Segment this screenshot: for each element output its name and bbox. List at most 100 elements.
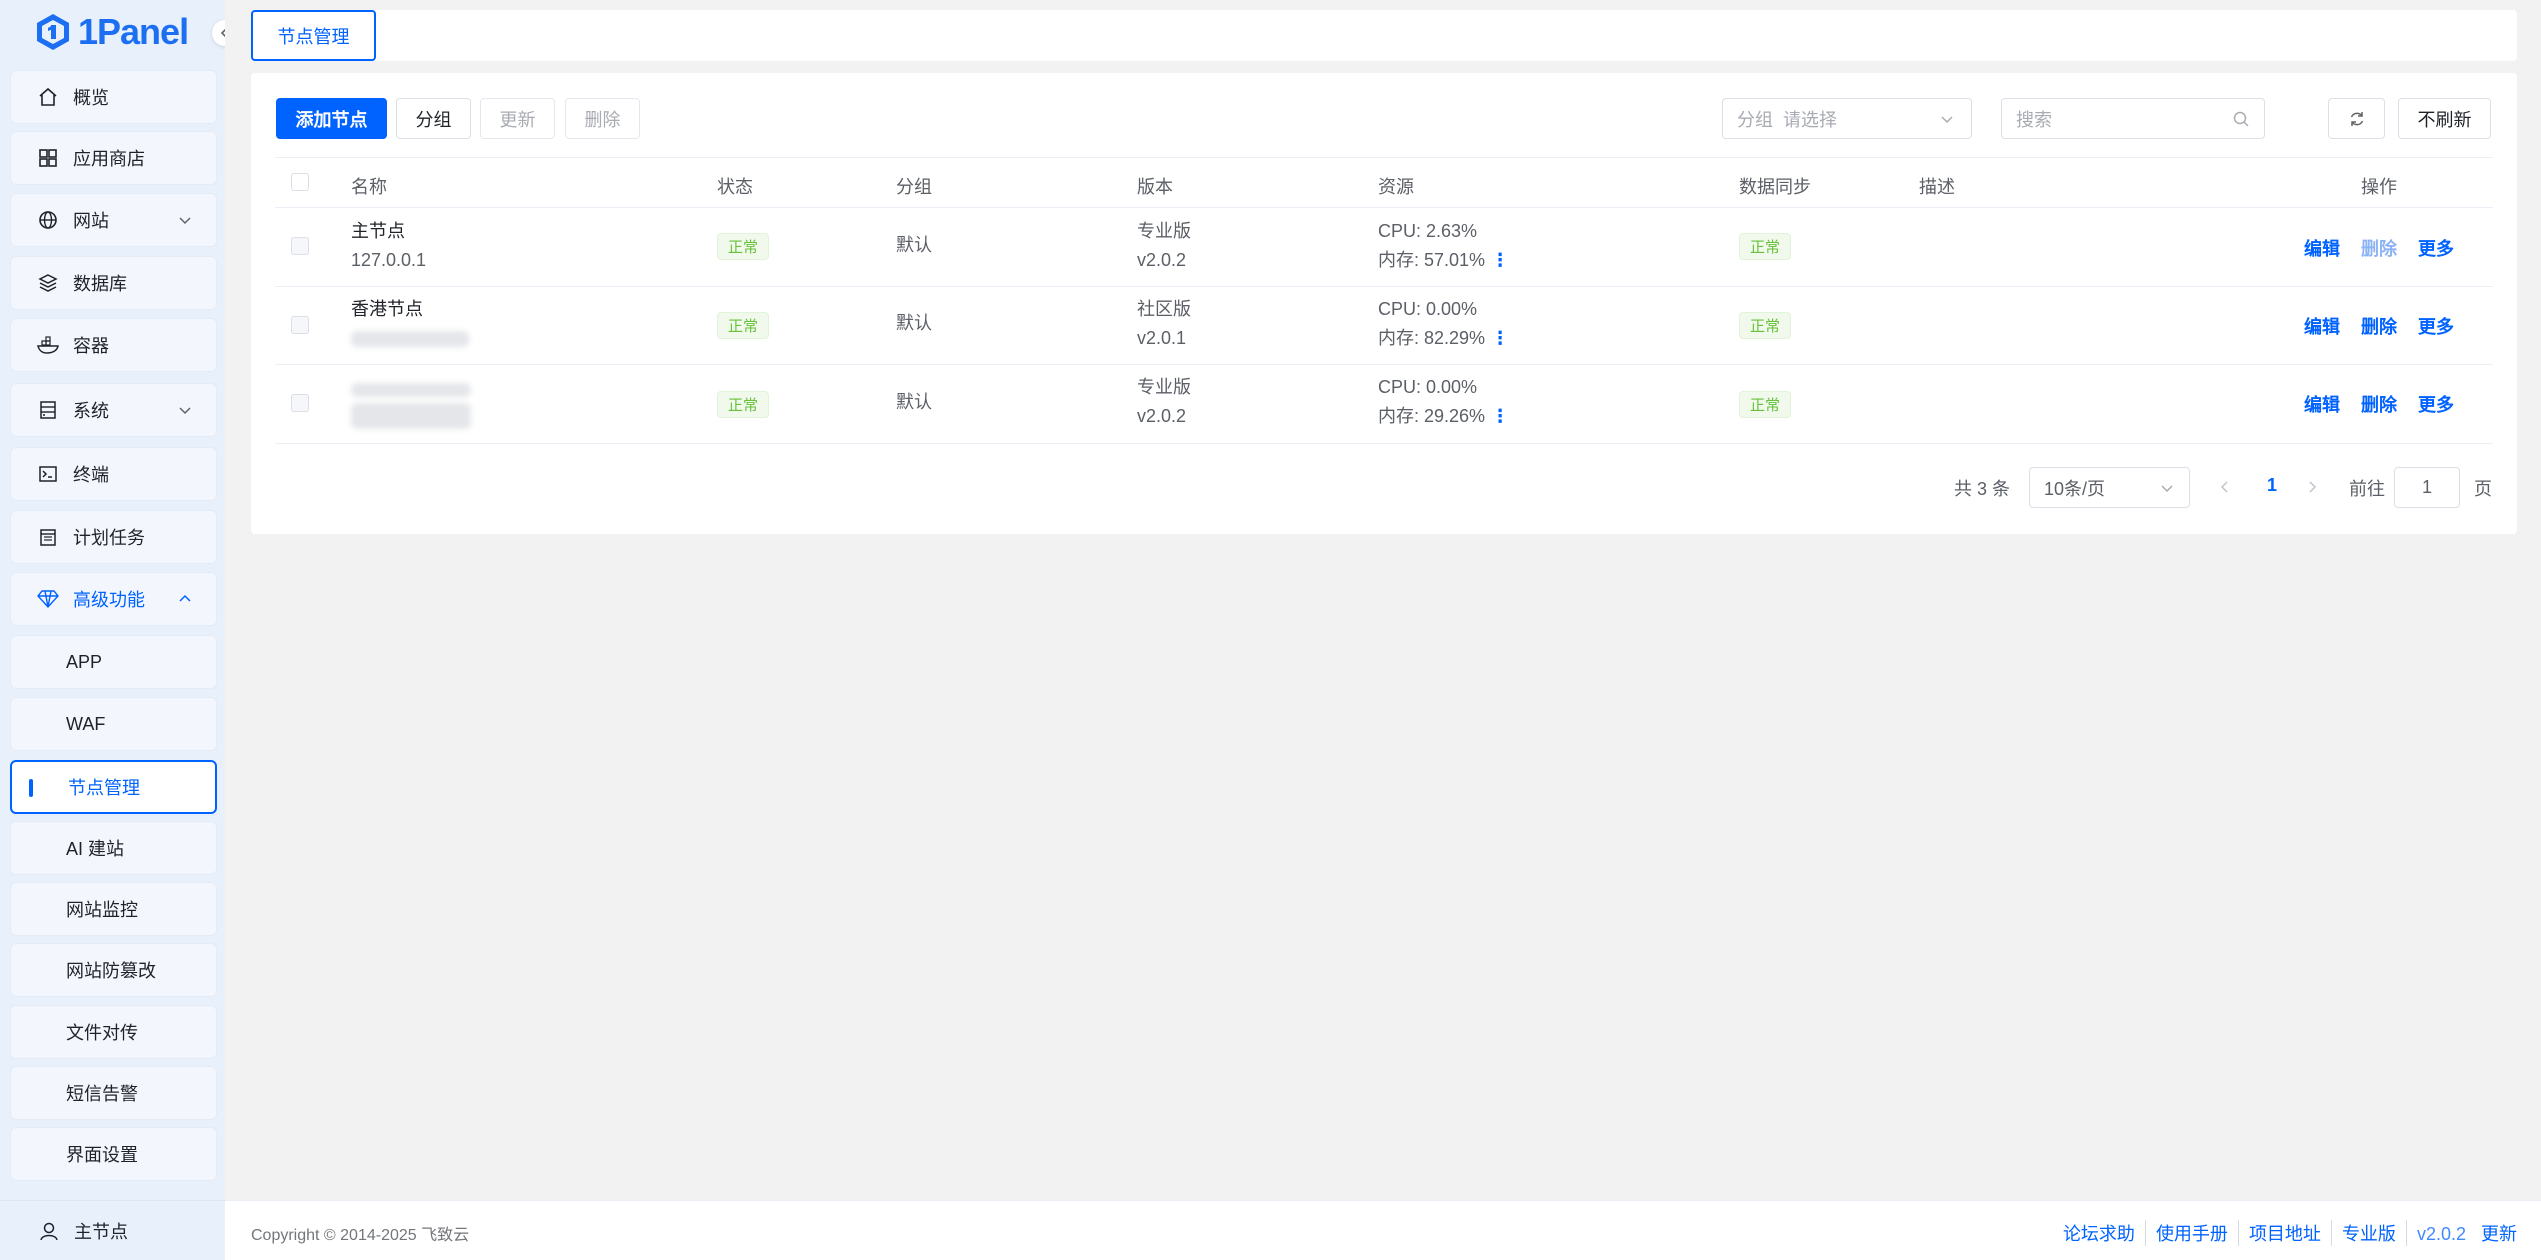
edit-button[interactable]: 编辑 bbox=[2304, 391, 2340, 417]
select-all-checkbox[interactable] bbox=[291, 173, 309, 191]
sidebar-subitem-ui-settings[interactable]: 界面设置 bbox=[10, 1127, 217, 1181]
container-icon bbox=[37, 334, 59, 356]
sync-status-badge: 正常 bbox=[1739, 391, 1792, 418]
calendar-icon bbox=[37, 526, 59, 548]
delete-node-button[interactable]: 删除 bbox=[2361, 391, 2397, 417]
sidebar-item-cron[interactable]: 计划任务 bbox=[10, 510, 217, 564]
prev-page-icon[interactable] bbox=[2218, 479, 2232, 495]
update-link[interactable]: 更新 bbox=[2481, 1224, 2517, 1244]
sidebar-subitem-node-management[interactable]: 节点管理 bbox=[10, 760, 217, 814]
redacted-name bbox=[351, 383, 471, 397]
footer-links: 论坛求助 使用手册 项目地址 专业版 v2.0.2 更新 bbox=[2053, 1220, 2517, 1246]
group-filter-select[interactable]: 分组 请选择 bbox=[1722, 98, 1972, 139]
status-badge: 正常 bbox=[717, 233, 770, 260]
more-vertical-icon[interactable]: ⋮ bbox=[1491, 406, 1509, 426]
node-version: v2.0.2 bbox=[1137, 250, 1187, 270]
node-version: v2.0.1 bbox=[1137, 328, 1187, 348]
tab-node-management[interactable]: 节点管理 bbox=[251, 10, 376, 61]
sidebar-item-label: 高级功能 bbox=[73, 590, 145, 610]
sidebar-item-overview[interactable]: 概览 bbox=[10, 70, 217, 124]
delete-button[interactable]: 删除 bbox=[565, 98, 640, 139]
sidebar-subitem-waf[interactable]: WAF bbox=[10, 697, 217, 751]
delete-node-button[interactable]: 删除 bbox=[2361, 235, 2397, 261]
sidebar-subitem-tamper-protection[interactable]: 网站防篡改 bbox=[10, 943, 217, 997]
divider bbox=[275, 364, 2493, 365]
sidebar-item-label: 网站 bbox=[73, 211, 109, 231]
sidebar-item-label: 网站防篡改 bbox=[66, 961, 156, 981]
memory-usage-cell: 内存: 82.29% ⋮ bbox=[1378, 324, 1509, 353]
version-number: v2.0.2 bbox=[2416, 1224, 2466, 1244]
goto-page-input[interactable]: 1 bbox=[2394, 467, 2460, 508]
sidebar-subitem-ai-site[interactable]: AI 建站 bbox=[10, 821, 217, 875]
add-node-button[interactable]: 添加节点 bbox=[276, 98, 387, 139]
project-link[interactable]: 项目地址 bbox=[2239, 1220, 2332, 1246]
sidebar-subitem-file-transfer[interactable]: 文件对传 bbox=[10, 1005, 217, 1059]
edition-link[interactable]: 专业版 bbox=[2332, 1220, 2407, 1246]
sidebar-subitem-site-monitor[interactable]: 网站监控 bbox=[10, 882, 217, 936]
more-button[interactable]: 更多 bbox=[2418, 313, 2454, 339]
delete-node-button[interactable]: 删除 bbox=[2361, 313, 2397, 339]
row-checkbox[interactable] bbox=[291, 237, 309, 255]
page-size-value: 10条/页 bbox=[2044, 478, 2106, 499]
logo[interactable]: 1Panel bbox=[36, 8, 189, 56]
sidebar-item-label: 网站监控 bbox=[66, 900, 138, 920]
row-checkbox[interactable] bbox=[291, 316, 309, 334]
more-button[interactable]: 更多 bbox=[2418, 391, 2454, 417]
memory-usage-cell: 内存: 57.01% ⋮ bbox=[1378, 246, 1509, 275]
sidebar-item-label: WAF bbox=[66, 713, 106, 734]
goto-suffix: 页 bbox=[2474, 479, 2492, 499]
node-edition: 社区版 bbox=[1137, 299, 1191, 319]
status-badge: 正常 bbox=[717, 391, 770, 418]
sidebar-item-advanced[interactable]: 高级功能 bbox=[10, 572, 217, 626]
sidebar-item-system[interactable]: 系统 bbox=[10, 383, 217, 437]
sidebar-item-database[interactable]: 数据库 bbox=[10, 256, 217, 310]
sidebar: 1Panel 概览 应用商店 网站 数据库 容器 系统 终端 计划任务 高级功能 bbox=[0, 0, 225, 1260]
sync-status-badge: 正常 bbox=[1739, 312, 1792, 339]
sidebar-item-label: 界面设置 bbox=[66, 1145, 138, 1165]
group-button[interactable]: 分组 bbox=[396, 98, 471, 139]
user-icon bbox=[38, 1220, 60, 1242]
node-group: 默认 bbox=[896, 392, 932, 412]
node-version: v2.0.2 bbox=[1137, 406, 1187, 426]
next-page-icon[interactable] bbox=[2305, 479, 2319, 495]
sidebar-item-website[interactable]: 网站 bbox=[10, 193, 217, 247]
auto-refresh-select[interactable]: 不刷新 bbox=[2398, 98, 2491, 139]
refresh-button[interactable] bbox=[2328, 98, 2385, 139]
edit-button[interactable]: 编辑 bbox=[2304, 313, 2340, 339]
sidebar-subitem-app[interactable]: APP bbox=[10, 635, 217, 689]
version-info: v2.0.2 更新 bbox=[2407, 1220, 2517, 1246]
collapse-sidebar-button[interactable] bbox=[212, 20, 225, 46]
edit-button[interactable]: 编辑 bbox=[2304, 235, 2340, 261]
node-address: 127.0.0.1 bbox=[351, 250, 427, 270]
more-vertical-icon[interactable]: ⋮ bbox=[1491, 250, 1509, 270]
sidebar-item-terminal[interactable]: 终端 bbox=[10, 447, 217, 501]
sidebar-item-label: 节点管理 bbox=[68, 778, 140, 798]
forum-link[interactable]: 论坛求助 bbox=[2053, 1220, 2146, 1246]
sidebar-item-label: 文件对传 bbox=[66, 1023, 138, 1043]
row-checkbox[interactable] bbox=[291, 394, 309, 412]
sidebar-subitem-sms-alert[interactable]: 短信告警 bbox=[10, 1066, 217, 1120]
sidebar-item-label: 概览 bbox=[73, 88, 109, 108]
node-edition: 专业版 bbox=[1137, 221, 1191, 241]
chevron-down-icon bbox=[2161, 485, 2173, 493]
more-button[interactable]: 更多 bbox=[2418, 235, 2454, 261]
home-icon bbox=[37, 86, 59, 108]
update-button[interactable]: 更新 bbox=[480, 98, 555, 139]
memory-usage-cell: 内存: 29.26% ⋮ bbox=[1378, 402, 1509, 431]
node-group: 默认 bbox=[896, 313, 932, 333]
sidebar-item-app-store[interactable]: 应用商店 bbox=[10, 131, 217, 185]
current-node-switcher[interactable]: 主节点 bbox=[0, 1200, 225, 1260]
page-size-select[interactable]: 10条/页 bbox=[2029, 467, 2190, 508]
more-vertical-icon[interactable]: ⋮ bbox=[1491, 328, 1509, 348]
current-page[interactable]: 1 bbox=[2267, 475, 2277, 496]
search-icon bbox=[2233, 111, 2249, 127]
sidebar-item-label: 终端 bbox=[73, 465, 109, 485]
sidebar-item-container[interactable]: 容器 bbox=[10, 318, 217, 372]
sidebar-item-label: 应用商店 bbox=[73, 149, 145, 169]
sidebar-item-label: APP bbox=[66, 651, 103, 672]
column-header-resources: 资源 bbox=[1378, 177, 1414, 197]
node-list-panel: 添加节点 分组 更新 删除 分组 请选择 搜索 不刷新 名称 状态 分组 版本 … bbox=[251, 73, 2517, 534]
search-input[interactable]: 搜索 bbox=[2001, 98, 2265, 139]
divider bbox=[275, 443, 2493, 444]
manual-link[interactable]: 使用手册 bbox=[2146, 1220, 2239, 1246]
